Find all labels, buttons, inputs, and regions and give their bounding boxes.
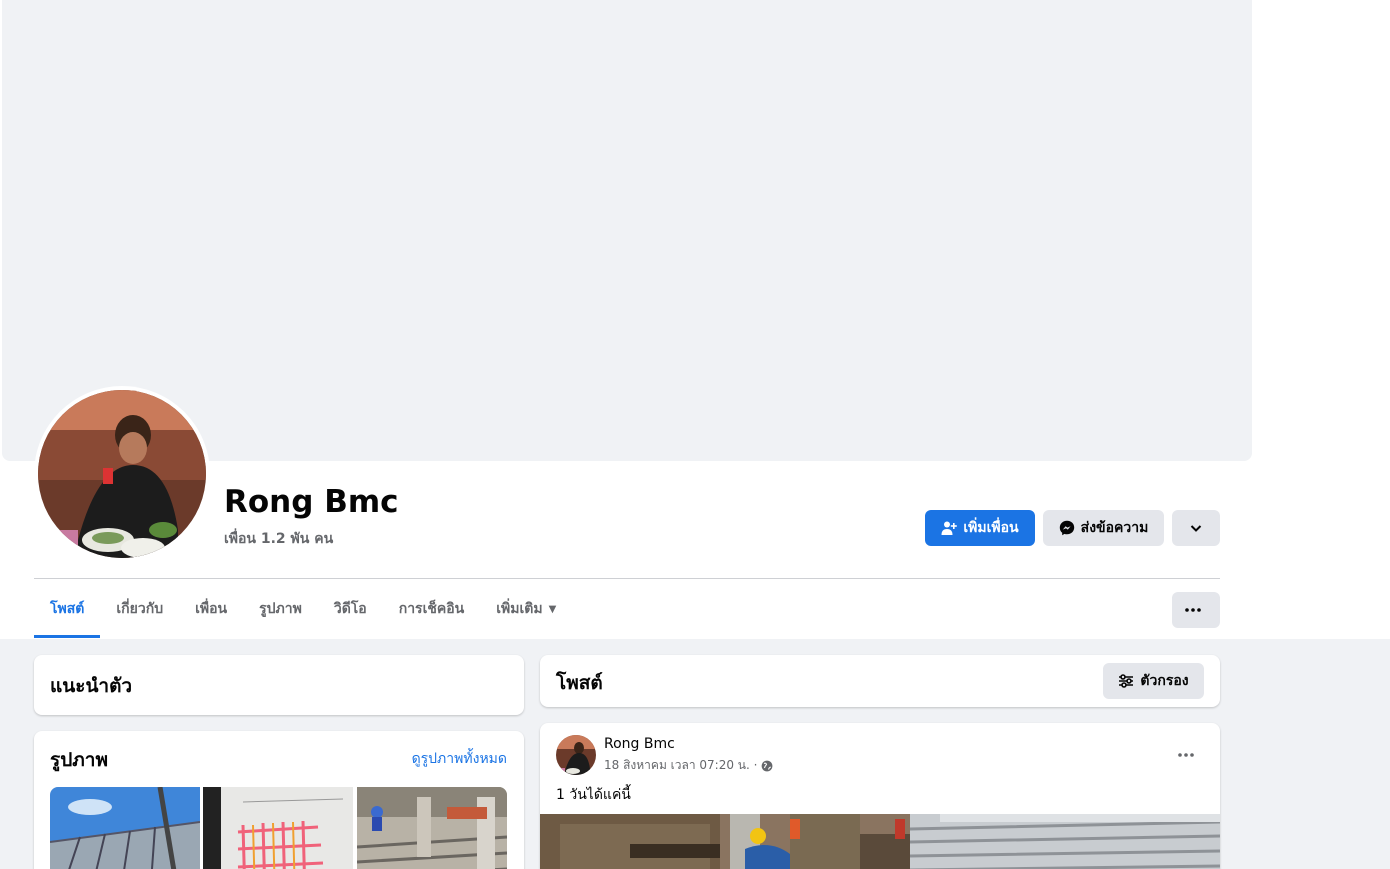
- tabs-more-button[interactable]: [1172, 592, 1220, 628]
- post-text: 1 วันได้แค่นี้: [556, 787, 631, 803]
- friends-count[interactable]: เพื่อน 1.2 พัน คน: [224, 528, 333, 550]
- intro-title: แนะนำตัว: [50, 675, 133, 697]
- tab-friends[interactable]: เพื่อน: [179, 580, 243, 638]
- profile-options-button[interactable]: [1172, 510, 1220, 546]
- posts-header-card: โพสต์ ตัวกรอง: [540, 655, 1220, 707]
- profile-picture[interactable]: [38, 390, 206, 558]
- see-all-photos-link[interactable]: ดูรูปภาพทั้งหมด: [412, 748, 507, 770]
- tab-more[interactable]: เพิ่มเติม ▼: [480, 580, 572, 638]
- post-card: Rong Bmc 18 สิงหาคม เวลา 07:20 น. · 1 วั…: [540, 723, 1220, 869]
- photos-card: รูปภาพ ดูรูปภาพทั้งหมด: [34, 731, 524, 869]
- cover-photo[interactable]: [2, 0, 1252, 461]
- posts-title: โพสต์: [556, 672, 603, 694]
- message-label: ส่งข้อความ: [1080, 520, 1149, 536]
- photos-title: รูปภาพ: [50, 749, 108, 771]
- post-author-name[interactable]: Rong Bmc: [604, 736, 675, 752]
- tab-label: การเช็คอิน: [398, 601, 465, 617]
- tab-label: เพื่อน: [195, 601, 228, 617]
- header-divider: [34, 578, 1220, 579]
- tab-videos[interactable]: วิดีโอ: [318, 580, 383, 638]
- filter-label: ตัวกรอง: [1140, 673, 1189, 689]
- add-friend-label: เพิ่มเพื่อน: [963, 520, 1019, 536]
- globe-icon: [762, 760, 773, 771]
- person-plus-icon: [941, 521, 958, 535]
- sliders-icon: [1119, 674, 1134, 688]
- caret-down-icon: ▼: [548, 603, 557, 615]
- post-timestamp[interactable]: 18 สิงหาคม เวลา 07:20 น. ·: [604, 756, 757, 775]
- photo-thumbnail[interactable]: [203, 787, 353, 869]
- tab-photos[interactable]: รูปภาพ: [243, 580, 318, 638]
- ellipsis-icon: [1185, 608, 1201, 612]
- profile-tabs: โพสต์ เกี่ยวกับ เพื่อน รูปภาพ วิดีโอ การ…: [34, 580, 572, 638]
- add-friend-button[interactable]: เพิ่มเพื่อน: [925, 510, 1035, 546]
- profile-name: Rong Bmc: [224, 484, 399, 520]
- filter-button[interactable]: ตัวกรอง: [1103, 663, 1204, 699]
- profile-picture-frame[interactable]: [34, 386, 210, 562]
- tab-about[interactable]: เกี่ยวกับ: [100, 580, 179, 638]
- post-author-avatar[interactable]: [556, 735, 596, 775]
- post-options-button[interactable]: [1168, 737, 1204, 773]
- chevron-down-icon: [1190, 525, 1202, 532]
- ellipsis-icon: [1178, 753, 1194, 757]
- photo-thumbnail[interactable]: [357, 787, 507, 869]
- tab-label: วิดีโอ: [333, 601, 367, 617]
- tab-label: รูปภาพ: [259, 601, 302, 617]
- photo-thumbnail[interactable]: [50, 787, 200, 869]
- message-button[interactable]: ส่งข้อความ: [1043, 510, 1164, 546]
- tab-label: เพิ่มเติม: [496, 601, 543, 617]
- profile-header: Rong Bmc เพื่อน 1.2 พัน คน เพิ่มเพื่อน ส…: [0, 0, 1390, 639]
- tab-posts[interactable]: โพสต์: [34, 580, 101, 638]
- intro-card: แนะนำตัว: [34, 655, 524, 715]
- tab-checkins[interactable]: การเช็คอิน: [383, 580, 481, 638]
- tab-label: เกี่ยวกับ: [116, 601, 164, 617]
- post-image[interactable]: [540, 814, 1220, 869]
- messenger-icon: [1059, 520, 1074, 536]
- post-meta: 18 สิงหาคม เวลา 07:20 น. ·: [604, 756, 773, 775]
- tab-label: โพสต์: [50, 601, 85, 617]
